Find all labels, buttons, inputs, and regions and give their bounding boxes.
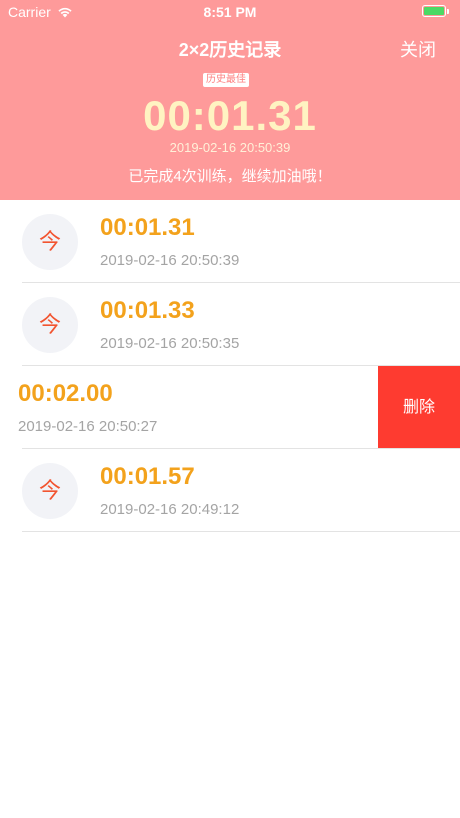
record-time: 00:02.00 [18,380,113,407]
training-summary: 已完成4次训练，继续加油哦！ [128,168,332,185]
record-row-swiped[interactable]: 00:02.00 2019-02-16 20:50:27 删除 [0,366,460,449]
record-date: 2019-02-16 20:50:27 [18,418,158,435]
best-record-badge: 历史最佳 [203,73,249,87]
battery-level [424,7,444,15]
record-row[interactable]: 今 00:01.33 2019-02-16 20:50:35 [0,283,460,366]
delete-button[interactable]: 删除 [378,366,460,449]
page-title: 2×2历史记录 [178,40,282,60]
status-bar: Carrier 8:51 PM [0,0,460,24]
today-avatar: 今 [22,214,78,270]
battery-icon [422,5,449,17]
record-row[interactable]: 今 00:01.31 2019-02-16 20:50:39 [0,200,460,283]
history-screen: Carrier 8:51 PM 2×2历史记录 关闭 历史最佳 00:01.31… [0,0,460,818]
close-button[interactable]: 关闭 [400,36,436,62]
record-row[interactable]: 今 00:01.57 2019-02-16 20:49:12 [0,449,460,532]
record-date: 2019-02-16 20:50:39 [100,252,240,269]
header: Carrier 8:51 PM 2×2历史记录 关闭 历史最佳 00:01.31… [0,0,460,200]
today-avatar: 今 [22,463,78,519]
row-divider [22,531,460,532]
best-time: 00:01.31 [143,92,317,139]
status-time: 8:51 PM [203,4,257,20]
record-time: 00:01.31 [100,214,195,241]
record-time: 00:01.57 [100,463,195,490]
record-time: 00:01.33 [100,297,195,324]
record-date: 2019-02-16 20:49:12 [100,501,240,518]
best-date: 2019-02-16 20:50:39 [169,140,291,155]
record-date: 2019-02-16 20:50:35 [100,335,240,352]
today-avatar: 今 [22,297,78,353]
record-list: 今 00:01.31 2019-02-16 20:50:39 今 00:01.3… [0,200,460,532]
